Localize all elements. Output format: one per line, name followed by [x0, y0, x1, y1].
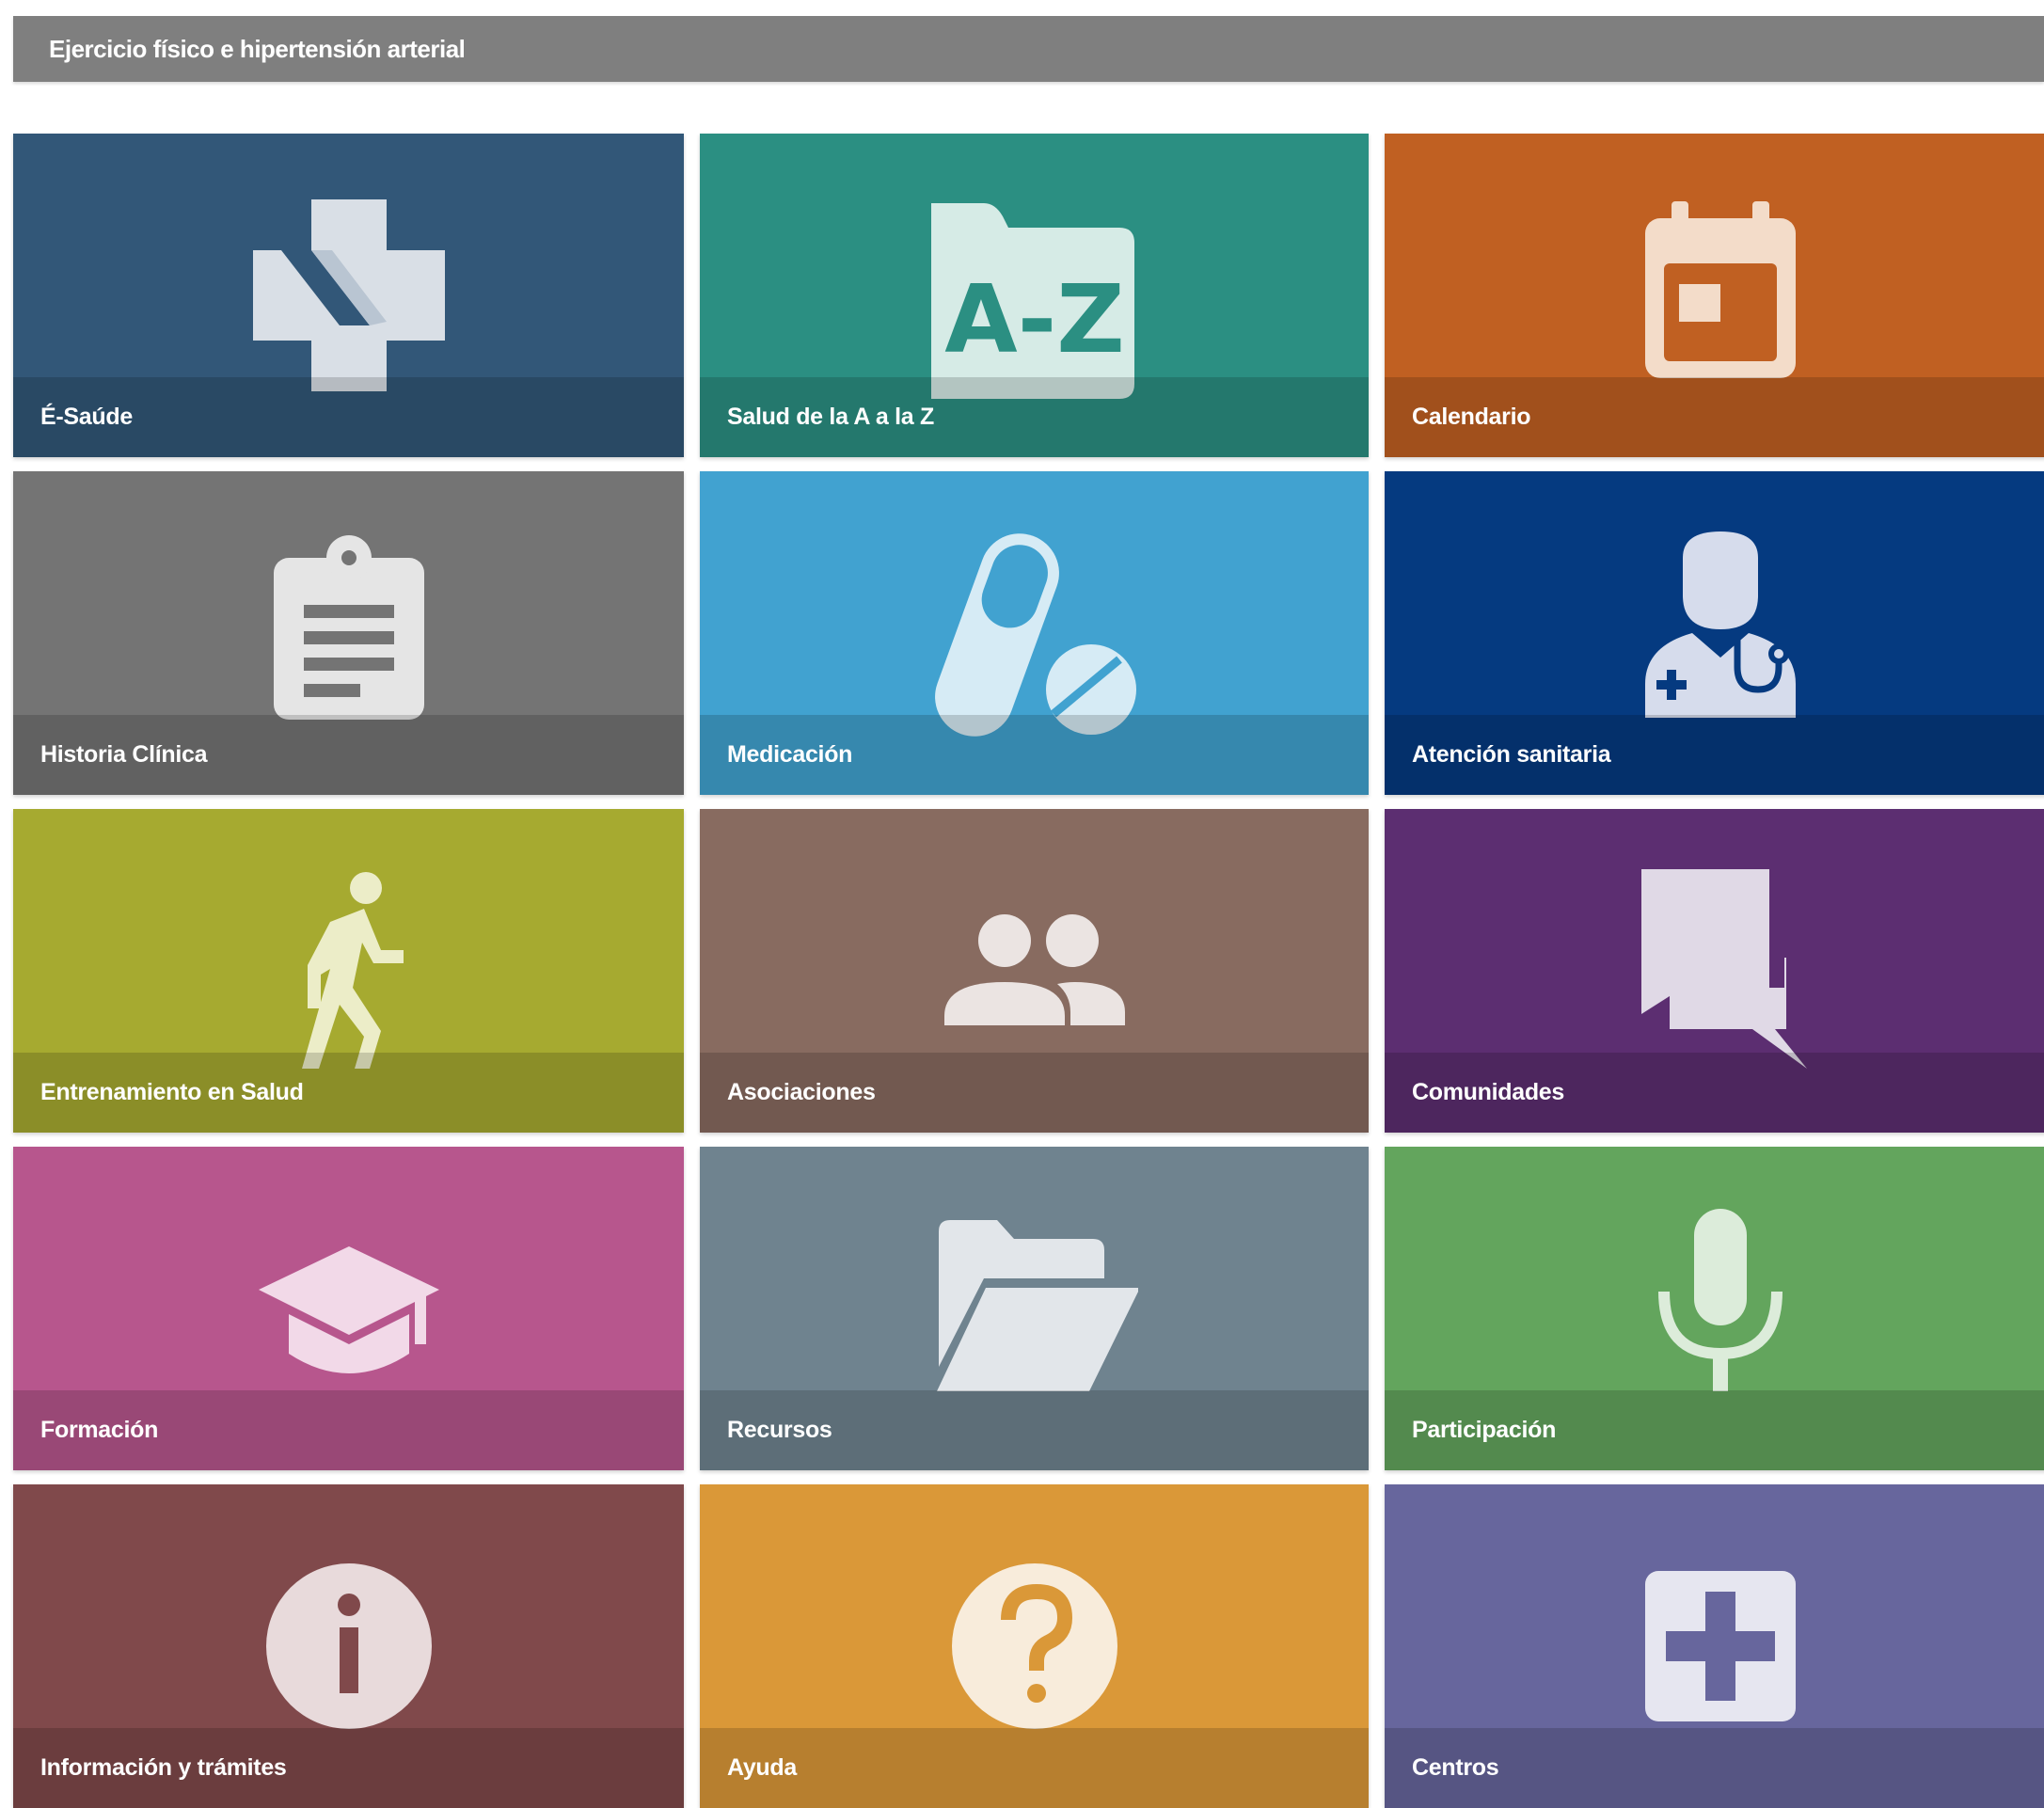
tile-label: Centros [1412, 1754, 1499, 1781]
svg-text:A-Z: A-Z [944, 264, 1124, 374]
graduation-cap-icon [246, 1205, 452, 1412]
doctor-icon [1617, 530, 1824, 737]
chat-bubbles-icon [1617, 867, 1824, 1074]
tile-label: Recursos [727, 1417, 832, 1443]
tile-label: Ayuda [727, 1754, 797, 1781]
tile-medicacion[interactable]: Medicación [700, 471, 1369, 795]
tile-historia-clinica[interactable]: Historia Clínica [13, 471, 684, 795]
tile-label: Calendario [1412, 404, 1531, 430]
medical-plus-icon [1617, 1543, 1824, 1750]
tile-comunidades[interactable]: Comunidades [1385, 809, 2044, 1133]
pills-icon [931, 530, 1138, 737]
tile-calendario[interactable]: Calendario [1385, 134, 2044, 457]
tile-label: Entrenamiento en Salud [40, 1079, 304, 1105]
help-question-icon [931, 1543, 1138, 1750]
tile-label: Salud de la A a la Z [727, 404, 934, 430]
people-group-icon [931, 867, 1138, 1074]
tile-label: Atención sanitaria [1412, 741, 1611, 768]
walking-person-icon [246, 867, 452, 1074]
sergas-logo-icon [246, 192, 452, 399]
tile-entrenamiento-en-salud[interactable]: Entrenamiento en Salud [13, 809, 684, 1133]
calendar-icon [1617, 192, 1824, 399]
tile-label: Participación [1412, 1417, 1557, 1443]
microphone-icon [1617, 1205, 1824, 1412]
tile-label: É-Saúde [40, 404, 133, 430]
tile-centros[interactable]: Centros [1385, 1484, 2044, 1808]
tile-atencion-sanitaria[interactable]: Atención sanitaria [1385, 471, 2044, 795]
tile-label: Formación [40, 1417, 159, 1443]
info-icon [246, 1543, 452, 1750]
tile-label: Comunidades [1412, 1079, 1564, 1105]
tile-label: Historia Clínica [40, 741, 208, 768]
tile-formacion[interactable]: Formación [13, 1147, 684, 1470]
page-header: Ejercicio físico e hipertensión arterial [13, 16, 2044, 82]
tile-participacion[interactable]: Participación [1385, 1147, 2044, 1470]
tile-label: Medicación [727, 741, 853, 768]
tile-grid: É-Saúde A-Z Salud de la A a la Z Calenda… [13, 134, 2044, 1808]
tile-ayuda[interactable]: Ayuda [700, 1484, 1369, 1808]
tile-informacion-y-tramites[interactable]: Información y trámites [13, 1484, 684, 1808]
tile-label: Información y trámites [40, 1754, 287, 1781]
tile-salud-a-z[interactable]: A-Z Salud de la A a la Z [700, 134, 1369, 457]
tile-recursos[interactable]: Recursos [700, 1147, 1369, 1470]
a-z-folder-icon: A-Z [930, 192, 1138, 399]
page-title: Ejercicio físico e hipertensión arterial [49, 35, 466, 63]
open-folder-icon [931, 1205, 1138, 1412]
clipboard-icon [246, 530, 452, 737]
tile-label: Asociaciones [727, 1079, 876, 1105]
tile-asociaciones[interactable]: Asociaciones [700, 809, 1369, 1133]
tile-e-saude[interactable]: É-Saúde [13, 134, 684, 457]
